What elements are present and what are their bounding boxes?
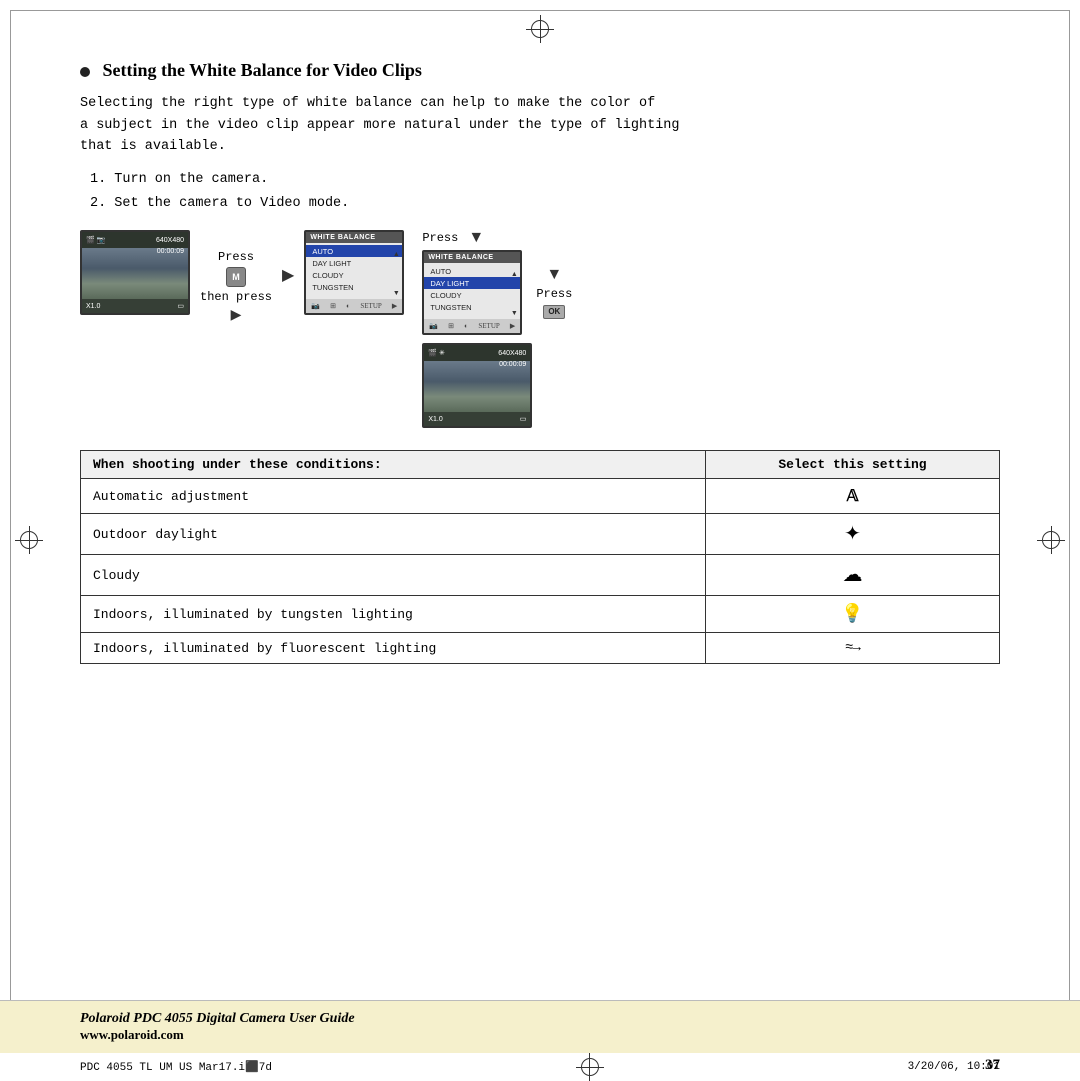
m-button[interactable]: M [226,267,246,287]
condition-cloudy: Cloudy [81,555,706,596]
camera-lcd-group: 🎬 📷 640X480 X1.0 ▭ 00:00:09 [80,230,190,315]
menu-item-auto[interactable]: AUTO [306,245,402,257]
menu-title-1: WHITE BALANCE [306,232,402,243]
condition-auto: Automatic adjustment [81,479,706,514]
menu-bottom-2: 📷⊞◐SETUP▶ [424,319,520,333]
press-block-1: Press M then press ▶ [200,230,272,324]
camera-screen-2: 🎬 ✳ 640X480 X1.0 ▭ 00:00:09 [422,343,532,428]
down-arrow-icon: ▼ [468,230,484,246]
brand-text: Polaroid PDC 4055 Digital Camera User Gu… [80,1011,1000,1027]
icon-fluoro: ≈→ [705,633,999,664]
footer-bottom: PDC 4055 TL UM US Mar17.i⬛7d 3/20/06, 10… [0,1053,1080,1081]
menu-items-1: AUTO DAY LIGHT CLOUDY TUNGSTEN [306,243,402,295]
page-number: 37 [985,1053,1000,1078]
press-ok-group: ▼ Press OK [536,267,572,319]
menu-items-2: AUTO DAY LIGHT CLOUDY TUNGSTEN [424,263,520,315]
col1-header: When shooting under these conditions: [81,451,706,479]
condition-daylight: Outdoor daylight [81,514,706,555]
menu-screen-1-group: WHITE BALANCE AUTO DAY LIGHT CLOUDY TUNG… [304,230,404,315]
camera-bottom-bar: X1.0 ▭ [82,299,188,313]
menu-item-tungsten[interactable]: TUNGSTEN [306,281,402,293]
diagram-area: 🎬 📷 640X480 X1.0 ▭ 00:00:09 Press M then… [80,230,1000,428]
crosshair-bottom-center [576,1053,604,1081]
camera-screen: 🎬 📷 640X480 X1.0 ▭ 00:00:09 [80,230,190,315]
camera-top-bar: 🎬 📷 640X480 [82,232,188,248]
table-row: Indoors, illuminated by tungsten lightin… [81,596,1000,633]
col2-header: Select this setting [705,451,999,479]
icon-sun: ✦ [705,514,999,555]
right-row-menu2: WHITE BALANCE AUTO DAY LIGHT CLOUDY TUNG… [422,250,572,335]
conditions-table: When shooting under these conditions: Se… [80,450,1000,664]
camera-bg [82,248,188,299]
table-row: Outdoor daylight ✦ [81,514,1000,555]
table-row: Automatic adjustment 𝔸 [81,479,1000,514]
body-text: Selecting the right type of white balanc… [80,93,1000,158]
page-footer: Polaroid PDC 4055 Digital Camera User Gu… [0,1000,1080,1080]
menu-screen-1: WHITE BALANCE AUTO DAY LIGHT CLOUDY TUNG… [304,230,404,315]
footer-yellow: Polaroid PDC 4055 Digital Camera User Gu… [0,1001,1080,1053]
camera-bg-2 [424,361,530,412]
menu-item-auto-2[interactable]: AUTO [424,265,520,277]
bullet-icon [80,67,90,77]
menu-screen-2: WHITE BALANCE AUTO DAY LIGHT CLOUDY TUNG… [422,250,522,335]
menu-title-2: WHITE BALANCE [424,252,520,263]
right-row-press: Press ▼ [422,230,484,246]
camera-top-bar-2: 🎬 ✳ 640X480 [424,345,530,361]
section-title: Setting the White Balance for Video Clip… [80,60,1000,81]
icon-cloud: ☁ [705,555,999,596]
table-row: Indoors, illuminated by fluorescent ligh… [81,633,1000,664]
menu-item-daylight[interactable]: DAY LIGHT [306,257,402,269]
main-content: Setting the White Balance for Video Clip… [80,60,1000,990]
condition-fluorescent: Indoors, illuminated by fluorescent ligh… [81,633,706,664]
condition-tungsten: Indoors, illuminated by tungsten lightin… [81,596,706,633]
right-diagram: Press ▼ WHITE BALANCE AUTO DAY LIGHT CLO… [422,230,572,428]
icon-auto: 𝔸 [705,479,999,514]
arrow-right-1 [282,230,294,285]
menu-item-tungsten-2[interactable]: TUNGSTEN [424,301,520,313]
table-row: Cloudy ☁ [81,555,1000,596]
menu-scroll-2: ▲ ▼ [511,270,517,317]
url-text: www.polaroid.com [80,1027,1000,1043]
menu-scroll: ▲ ▼ [393,250,399,297]
menu-item-cloudy-2[interactable]: CLOUDY [424,289,520,301]
menu-item-cloudy[interactable]: CLOUDY [306,269,402,281]
menu-item-daylight-2[interactable]: DAY LIGHT [424,277,520,289]
ok-button[interactable]: OK [543,305,565,319]
icon-bulb: 💡 [705,596,999,633]
steps: 1. Turn on the camera. 2. Set the camera… [90,168,1000,217]
footer-left-text: PDC 4055 TL UM US Mar17.i⬛7d [80,1060,272,1074]
down-arrow-2-icon: ▼ [546,267,562,283]
camera-bottom-bar-2: X1.0 ▭ [424,412,530,426]
menu-bottom-1: 📷⊞◐SETUP▶ [306,299,402,313]
triangle-button[interactable]: ▶ [231,307,242,324]
